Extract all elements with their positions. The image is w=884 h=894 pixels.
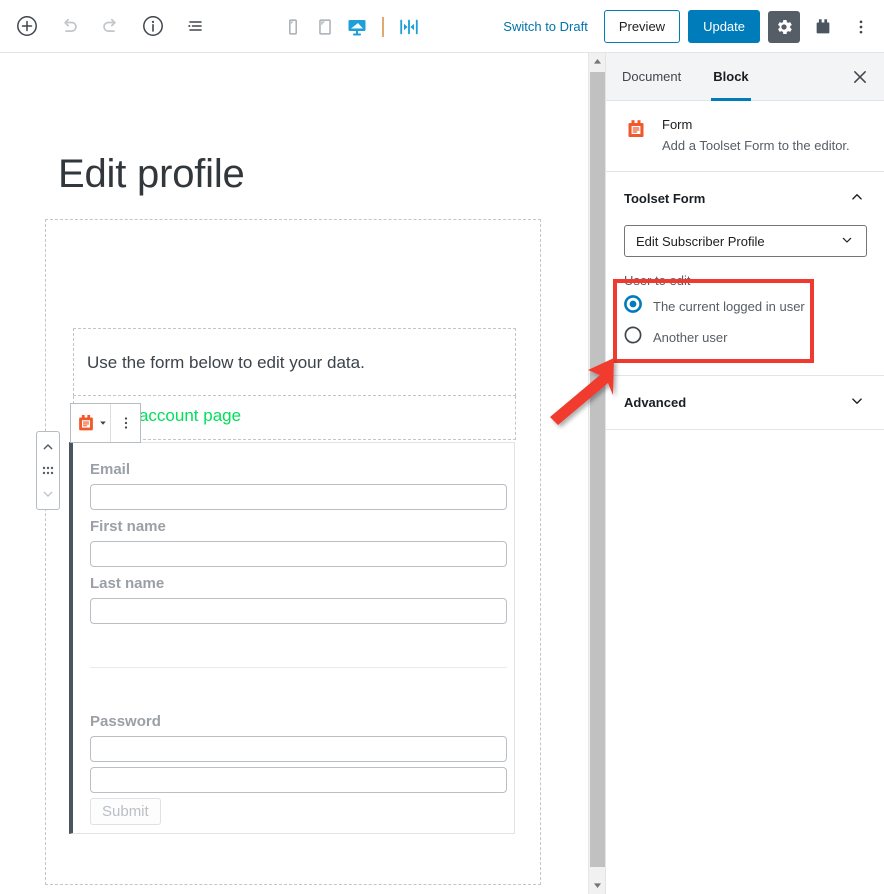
switch-to-draft-button[interactable]: Switch to Draft	[495, 13, 596, 40]
drag-handle-icon[interactable]	[37, 460, 59, 482]
password-confirm-field[interactable]	[90, 767, 507, 793]
content-info-icon[interactable]	[136, 9, 170, 43]
email-field[interactable]	[90, 484, 507, 510]
radio-another-user[interactable]: Another user	[624, 326, 866, 349]
field-label-last-name: Last name	[90, 575, 165, 592]
scrollbar-thumb[interactable]	[590, 72, 605, 867]
settings-sidebar: Document Block Form Add a Toolset Form t…	[605, 53, 884, 894]
device-desktop-icon[interactable]	[342, 11, 372, 43]
panel-divider-bottom	[606, 429, 884, 431]
first-name-field[interactable]	[90, 541, 507, 567]
password-field[interactable]	[90, 736, 507, 762]
move-up-icon[interactable]	[37, 436, 59, 458]
panel-title-toolset-form: Toolset Form	[624, 191, 706, 207]
settings-gear-icon[interactable]	[768, 10, 800, 43]
radio-current-logged-in-user[interactable]: The current logged in user	[624, 295, 866, 318]
page-title[interactable]: Edit profile	[58, 152, 245, 197]
device-preview-group	[278, 0, 424, 53]
move-down-icon[interactable]	[37, 483, 59, 505]
form-block-icon	[624, 117, 648, 155]
chevron-down-icon	[99, 421, 106, 425]
block-info-text: Form Add a Toolset Form to the editor.	[662, 117, 850, 155]
radio-unselected-icon	[624, 326, 642, 349]
block-toolbar	[70, 403, 141, 443]
panel-body-toolset-form: Edit Subscriber Profile User to edit The…	[606, 225, 884, 375]
tab-block[interactable]: Block	[697, 53, 764, 101]
block-info-card: Form Add a Toolset Form to the editor.	[606, 101, 884, 173]
block-type-form-icon[interactable]	[71, 404, 110, 442]
add-block-icon[interactable]	[10, 9, 44, 43]
redo-icon[interactable]	[94, 9, 128, 43]
paragraph-block[interactable]: Use the form below to edit your data.	[73, 328, 516, 396]
sidebar-tabs: Document Block	[606, 53, 884, 101]
toolbar-separator	[382, 16, 384, 37]
preview-button[interactable]: Preview	[603, 10, 681, 43]
field-label-email: Email	[90, 461, 131, 478]
toolset-form-block-preview[interactable]: Email First name Last name Password Subm…	[69, 442, 515, 834]
panel-header-advanced[interactable]: Advanced	[606, 376, 884, 429]
radio-label-current-user: The current logged in user	[653, 299, 805, 315]
submit-button[interactable]: Submit	[90, 798, 161, 825]
last-name-field[interactable]	[90, 598, 507, 624]
device-mobile-icon[interactable]	[278, 11, 308, 43]
scroll-down-icon[interactable]	[589, 877, 606, 894]
block-options-icon[interactable]	[111, 404, 140, 442]
user-to-edit-label: User to edit	[624, 273, 691, 289]
update-button[interactable]: Update	[688, 10, 760, 43]
chevron-up-icon	[848, 188, 866, 209]
radio-label-another-user: Another user	[653, 330, 728, 346]
panel-title-advanced: Advanced	[624, 395, 687, 411]
radio-selected-icon	[624, 295, 642, 318]
top-toolbar-right-group: Switch to Draft Preview Update	[495, 0, 876, 53]
form-select-dropdown[interactable]: Edit Subscriber Profile	[624, 225, 867, 258]
wordpress-block-editor: Switch to Draft Preview Update Edit prof…	[0, 0, 884, 894]
editor-canvas: Edit profile Use the form below to edit …	[0, 53, 586, 894]
more-options-icon[interactable]	[846, 11, 876, 43]
toolset-icon[interactable]	[808, 11, 838, 43]
block-description: Add a Toolset Form to the editor.	[662, 138, 850, 153]
top-toolbar-left-group	[0, 9, 212, 43]
block-navigation-icon[interactable]	[178, 9, 212, 43]
panel-header-toolset-form[interactable]: Toolset Form	[606, 172, 884, 225]
block-title: Form	[662, 117, 693, 132]
canvas-scrollbar[interactable]	[588, 53, 606, 894]
scroll-up-icon[interactable]	[589, 53, 606, 70]
chevron-down-icon	[839, 232, 855, 251]
tab-document[interactable]: Document	[606, 53, 697, 100]
undo-icon[interactable]	[52, 9, 86, 43]
chevron-down-icon	[848, 392, 866, 413]
form-divider	[90, 667, 507, 668]
form-select-value: Edit Subscriber Profile	[636, 233, 765, 249]
close-icon[interactable]	[848, 65, 872, 89]
block-mover-controls	[36, 431, 60, 510]
field-label-password: Password	[90, 713, 161, 730]
field-label-first-name: First name	[90, 518, 166, 535]
editor-top-toolbar: Switch to Draft Preview Update	[0, 0, 884, 53]
editor-width-icon[interactable]	[394, 11, 424, 43]
paragraph-text: Use the form below to edit your data.	[87, 353, 365, 372]
device-tablet-icon[interactable]	[310, 11, 340, 43]
